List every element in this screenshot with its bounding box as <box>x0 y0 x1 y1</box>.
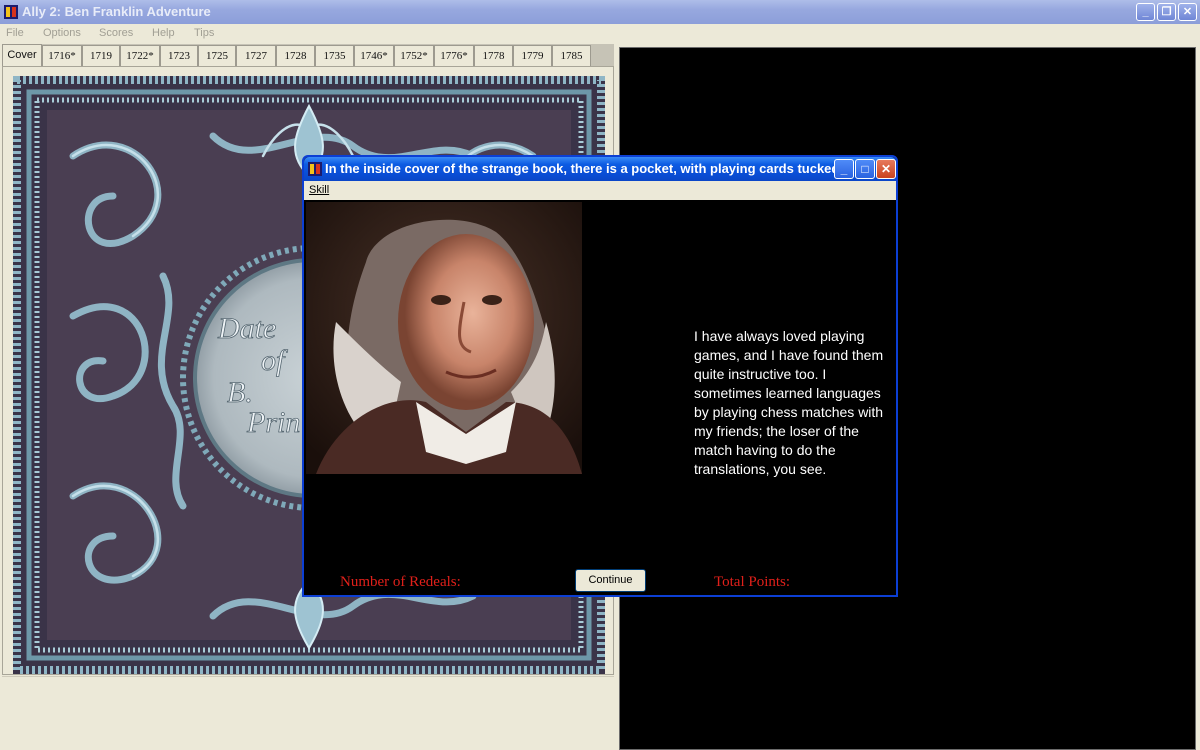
story-dialog: In the inside cover of the strange book,… <box>302 155 898 597</box>
ben-franklin-portrait <box>306 202 582 474</box>
menu-help[interactable]: Help <box>152 27 175 39</box>
main-title-bar[interactable]: Ally 2: Ben Franklin Adventure _ ❐ ✕ <box>0 0 1200 24</box>
tab-1722[interactable]: 1722* <box>120 45 160 66</box>
cover-of-text: of <box>261 344 288 377</box>
window-title: Ally 2: Ben Franklin Adventure <box>22 4 211 19</box>
dialog-title-bar[interactable]: In the inside cover of the strange book,… <box>304 157 896 181</box>
tab-1723[interactable]: 1723 <box>160 45 198 66</box>
cover-print-text: Prin <box>246 406 300 439</box>
minimize-button[interactable]: _ <box>1136 3 1155 21</box>
tab-1776[interactable]: 1776* <box>434 45 474 66</box>
close-button[interactable]: ✕ <box>1178 3 1197 21</box>
tab-1785[interactable]: 1785 <box>552 45 591 66</box>
year-tabs: Cover 1716* 1719 1722* 1723 1725 1727 17… <box>2 44 614 67</box>
dialog-maximize-button[interactable]: □ <box>855 159 875 179</box>
tab-1716[interactable]: 1716* <box>42 45 82 66</box>
tab-cover[interactable]: Cover <box>2 44 42 67</box>
dialog-body: I have always loved playing games, and I… <box>304 200 896 595</box>
restore-button[interactable]: ❐ <box>1157 3 1176 21</box>
cover-b-text: B. <box>227 376 253 409</box>
dialog-app-icon <box>308 162 322 176</box>
franklin-quote: I have always loved playing games, and I… <box>694 328 884 477</box>
menu-file[interactable]: File <box>6 27 24 39</box>
tab-1735[interactable]: 1735 <box>315 45 354 66</box>
app-icon <box>4 5 18 19</box>
menu-bar: File Options Scores Help Tips <box>0 24 1200 43</box>
tab-1719[interactable]: 1719 <box>82 45 120 66</box>
menu-tips[interactable]: Tips <box>194 27 214 39</box>
tab-1779[interactable]: 1779 <box>513 45 552 66</box>
dialog-title: In the inside cover of the strange book,… <box>325 161 854 176</box>
dialog-close-button[interactable]: ✕ <box>876 159 896 179</box>
redeals-label: Number of Redeals: <box>340 574 461 590</box>
tab-1746[interactable]: 1746* <box>354 45 394 66</box>
tab-1727[interactable]: 1727 <box>236 45 276 66</box>
continue-button[interactable]: Continue <box>575 569 646 592</box>
dialog-minimize-button[interactable]: _ <box>834 159 854 179</box>
tab-1778[interactable]: 1778 <box>474 45 513 66</box>
cover-date-text: Date <box>217 312 276 345</box>
menu-options[interactable]: Options <box>43 27 81 39</box>
menu-skill[interactable]: Skill <box>309 184 329 196</box>
menu-scores[interactable]: Scores <box>99 27 133 39</box>
tab-1728[interactable]: 1728 <box>276 45 315 66</box>
tab-1752[interactable]: 1752* <box>394 45 434 66</box>
tab-1725[interactable]: 1725 <box>198 45 236 66</box>
dialog-menu-bar: Skill <box>304 181 896 200</box>
lower-left-empty-area <box>2 676 614 750</box>
total-points-label: Total Points: <box>714 574 791 590</box>
